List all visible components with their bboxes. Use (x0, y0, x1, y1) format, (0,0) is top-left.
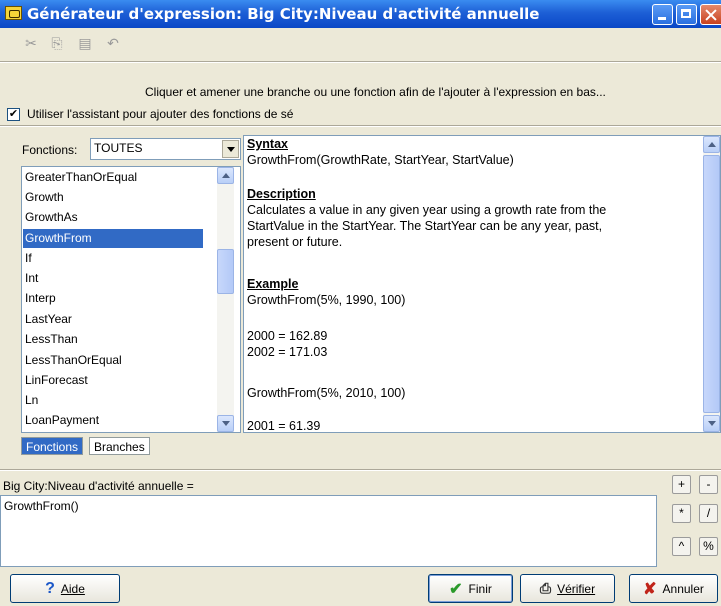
help-button[interactable]: ? Aide (10, 574, 120, 603)
list-item[interactable]: GrowthAs (23, 208, 203, 227)
example-line: 2000 = 162.89 (247, 329, 328, 343)
divider (0, 125, 721, 127)
list-item[interactable]: LessThan (23, 330, 203, 349)
divider (0, 469, 721, 471)
example-line: GrowthFrom(5%, 2010, 100) (247, 386, 406, 400)
syntax-text: GrowthFrom(GrowthRate, StartYear, StartV… (247, 153, 514, 167)
scroll-thumb[interactable] (703, 155, 720, 413)
functions-scrollbar[interactable] (217, 167, 234, 432)
scroll-down-icon[interactable] (703, 415, 720, 432)
close-icon: ✘ (643, 580, 657, 598)
multiply-button[interactable]: * (672, 504, 691, 523)
title-bar: Générateur d'expression: Big City:Niveau… (0, 0, 721, 28)
question-icon: ? (45, 579, 55, 597)
minus-button[interactable]: - (699, 475, 718, 494)
checkmark-icon: ✔ (449, 580, 463, 598)
power-button[interactable]: ^ (672, 537, 691, 556)
copy-icon[interactable]: ⎘ (48, 34, 66, 52)
help-button-label: Aide (60, 581, 85, 596)
verify-icon: ⎙ (539, 580, 552, 596)
plus-button[interactable]: + (672, 475, 691, 494)
list-item[interactable]: Growth (23, 188, 203, 207)
list-item[interactable]: GreaterThanOrEqual (23, 168, 203, 187)
list-item[interactable]: Interp (23, 289, 203, 308)
tab-branches[interactable]: Branches (89, 437, 150, 455)
syntax-heading: Syntax (247, 137, 288, 151)
paste-icon[interactable]: ▤ (76, 34, 94, 52)
description-heading: Description (247, 187, 316, 201)
functions-filter-value: TOUTES (94, 141, 143, 155)
list-item[interactable]: Ln (23, 391, 203, 410)
list-item[interactable]: LoanPayment (23, 411, 203, 430)
cut-icon[interactable]: ✂ (22, 34, 40, 52)
percent-button[interactable]: % (699, 537, 718, 556)
list-item[interactable]: If (23, 249, 203, 268)
list-item[interactable]: LessThanOrEqual (23, 351, 203, 370)
chevron-down-icon[interactable] (222, 140, 239, 158)
functions-filter-select[interactable]: TOUTES (90, 138, 241, 160)
description-line: Calculates a value in any given year usi… (247, 203, 607, 217)
function-help-panel: Syntax GrowthFrom(GrowthRate, StartYear,… (243, 135, 721, 433)
scroll-up-icon[interactable] (703, 136, 720, 153)
list-item[interactable]: LinForecast (23, 371, 203, 390)
scroll-down-icon[interactable] (217, 415, 234, 432)
scroll-thumb[interactable] (217, 249, 234, 294)
close-button[interactable] (700, 4, 721, 25)
functions-list[interactable]: GreaterThanOrEqual Growth GrowthAs Growt… (21, 166, 241, 433)
maximize-button[interactable] (676, 4, 697, 25)
expression-editor[interactable]: GrowthFrom() (0, 495, 657, 567)
assistant-label: Utiliser l'assistant pour ajouter des fo… (27, 107, 294, 121)
cancel-button-label: Annuler (662, 581, 704, 596)
tab-fonctions[interactable]: Fonctions (21, 437, 84, 455)
description-line: StartValue in the StartYear. The StartYe… (247, 219, 603, 233)
window-title: Générateur d'expression: Big City:Niveau… (27, 5, 540, 23)
description-line: present or future. (247, 235, 343, 249)
divide-button[interactable]: / (699, 504, 718, 523)
example-line: 2002 = 171.03 (247, 345, 328, 359)
undo-icon[interactable]: ↶ (104, 34, 122, 52)
expression-label: Big City:Niveau d'activité annuelle = (3, 479, 194, 493)
list-item[interactable]: Int (23, 269, 203, 288)
cancel-button[interactable]: ✘ Annuler (629, 574, 718, 603)
finish-button-label: Finir (468, 581, 492, 596)
expression-text: GrowthFrom() (4, 499, 79, 513)
verify-button-label: Vérifier (557, 581, 596, 596)
finish-button[interactable]: ✔ Finir (428, 574, 513, 603)
functions-label: Fonctions: (22, 143, 78, 157)
help-scrollbar[interactable] (703, 136, 720, 432)
instruction-text: Cliquer et amener une branche ou une fon… (145, 85, 606, 99)
example-line: 2001 = 61.39 (247, 419, 321, 433)
scroll-up-icon[interactable] (217, 167, 234, 184)
list-item[interactable]: LastYear (23, 310, 203, 329)
assistant-checkbox[interactable]: ✔ (7, 108, 20, 121)
list-item-selected[interactable]: GrowthFrom (23, 229, 203, 248)
verify-button[interactable]: ⎙ Vérifier (520, 574, 615, 603)
example-heading: Example (247, 277, 299, 291)
example-line: GrowthFrom(5%, 1990, 100) (247, 293, 406, 307)
divider (0, 61, 721, 63)
minimize-button[interactable] (652, 4, 673, 25)
app-icon (5, 6, 22, 20)
